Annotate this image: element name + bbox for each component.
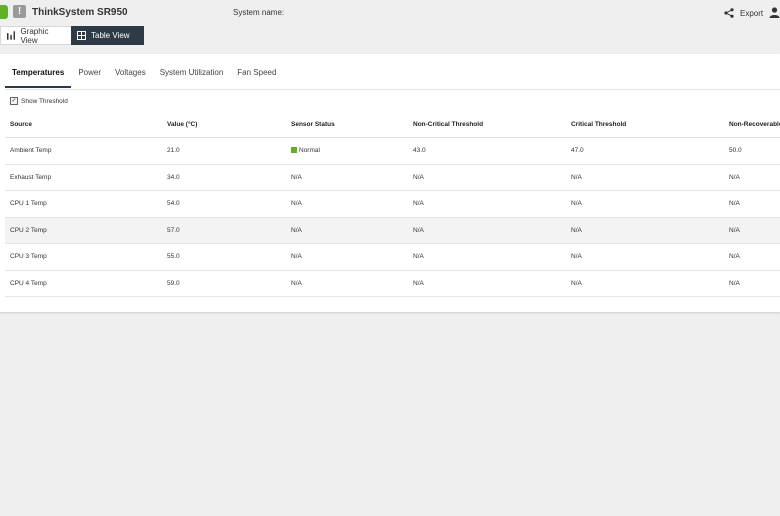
table-view-button[interactable]: Table View: [71, 26, 144, 45]
cell-critical: N/A: [566, 164, 724, 191]
export-label: Export: [740, 8, 764, 18]
table-row: Exhaust Temp 34.0 N/A N/A N/A N/A: [5, 164, 780, 191]
column-header-non-recoverable[interactable]: Non-Recoverable: [724, 112, 780, 138]
cell-critical: 47.0: [566, 137, 724, 165]
column-header-source[interactable]: Source: [5, 112, 162, 138]
table-header-row: Source Value (°C) Sensor Status Non-Crit…: [5, 112, 780, 138]
alert-icon[interactable]: !: [13, 5, 26, 18]
status-text: Normal: [299, 147, 320, 155]
cell-sensor-status: N/A: [286, 270, 408, 297]
cell-value: 21.0: [162, 137, 286, 165]
tab-power[interactable]: Power: [71, 54, 108, 88]
table-row: CPU 3 Temp 55.0 N/A N/A N/A N/A: [5, 243, 780, 271]
cell-sensor-status: N/A: [286, 164, 408, 191]
user-icon[interactable]: [769, 7, 780, 18]
cell-sensor-status: Normal: [286, 137, 408, 165]
view-toggle: Graphic View Table View: [0, 26, 144, 45]
sensor-panel: Temperatures Power Voltages System Utili…: [0, 54, 780, 312]
cell-source: CPU 4 Temp: [5, 270, 162, 297]
cell-non-critical: N/A: [408, 217, 566, 244]
show-threshold-checkbox[interactable]: ✓: [10, 97, 18, 105]
export-button[interactable]: Export: [724, 7, 763, 19]
tab-voltages[interactable]: Voltages: [108, 54, 153, 88]
product-name: ThinkSystem SR950: [32, 7, 128, 18]
cell-non-recoverable: N/A: [724, 243, 780, 271]
table-row: CPU 4 Temp 59.0 N/A N/A N/A N/A: [5, 270, 780, 297]
cell-non-critical: N/A: [408, 164, 566, 191]
tab-system-utilization[interactable]: System Utilization: [153, 54, 231, 88]
power-status-icon: [0, 5, 8, 19]
bar-chart-icon: [7, 31, 16, 40]
column-header-sensor-status[interactable]: Sensor Status: [286, 112, 408, 138]
cell-non-recoverable: N/A: [724, 217, 780, 244]
cell-critical: N/A: [566, 190, 724, 218]
cell-source: CPU 3 Temp: [5, 243, 162, 271]
cell-sensor-status: N/A: [286, 217, 408, 244]
cell-non-critical: N/A: [408, 243, 566, 271]
column-header-value[interactable]: Value (°C): [162, 112, 286, 138]
graphic-view-label: Graphic View: [20, 26, 49, 45]
system-name-label: System name:: [233, 8, 285, 17]
cell-critical: N/A: [566, 243, 724, 271]
table-row: CPU 1 Temp 54.0 N/A N/A N/A N/A: [5, 190, 780, 218]
table-row: Ambient Temp 21.0 Normal 43.0 47.0 50.0: [5, 137, 780, 165]
cell-value: 54.0: [162, 190, 286, 218]
cell-non-critical: 43.0: [408, 137, 566, 165]
cell-non-recoverable: N/A: [724, 190, 780, 218]
cell-non-recoverable: N/A: [724, 270, 780, 297]
show-threshold-label: Show Threshold: [21, 97, 68, 105]
temperature-table: Source Value (°C) Sensor Status Non-Crit…: [5, 112, 780, 297]
cell-value: 34.0: [162, 164, 286, 191]
status-normal-icon: [291, 147, 297, 154]
cell-non-recoverable: N/A: [724, 164, 780, 191]
table-row: CPU 2 Temp 57.0 N/A N/A N/A N/A: [5, 217, 780, 244]
show-threshold-toggle[interactable]: ✓ Show Threshold: [10, 97, 68, 105]
cell-value: 59.0: [162, 270, 286, 297]
column-header-critical[interactable]: Critical Threshold: [566, 112, 724, 138]
cell-non-recoverable: 50.0: [724, 137, 780, 165]
tab-temperatures[interactable]: Temperatures: [5, 54, 72, 88]
cell-value: 57.0: [162, 217, 286, 244]
cell-non-critical: N/A: [408, 270, 566, 297]
cell-source: Exhaust Temp: [5, 164, 162, 191]
column-header-non-critical[interactable]: Non-Critical Threshold: [408, 112, 566, 138]
cell-non-critical: N/A: [408, 190, 566, 218]
cell-source: Ambient Temp: [5, 137, 162, 165]
cell-source: CPU 2 Temp: [5, 217, 162, 244]
cell-sensor-status: N/A: [286, 190, 408, 218]
cell-critical: N/A: [566, 217, 724, 244]
tab-fan-speed[interactable]: Fan Speed: [230, 54, 283, 88]
cell-critical: N/A: [566, 270, 724, 297]
cell-value: 55.0: [162, 243, 286, 271]
cell-source: CPU 1 Temp: [5, 190, 162, 218]
share-icon: [724, 8, 734, 18]
sensor-tabs: Temperatures Power Voltages System Utili…: [5, 54, 780, 90]
table-grid-icon: [77, 31, 86, 40]
graphic-view-button[interactable]: Graphic View: [0, 26, 71, 45]
cell-sensor-status: N/A: [286, 243, 408, 271]
table-view-label: Table View: [91, 31, 130, 40]
